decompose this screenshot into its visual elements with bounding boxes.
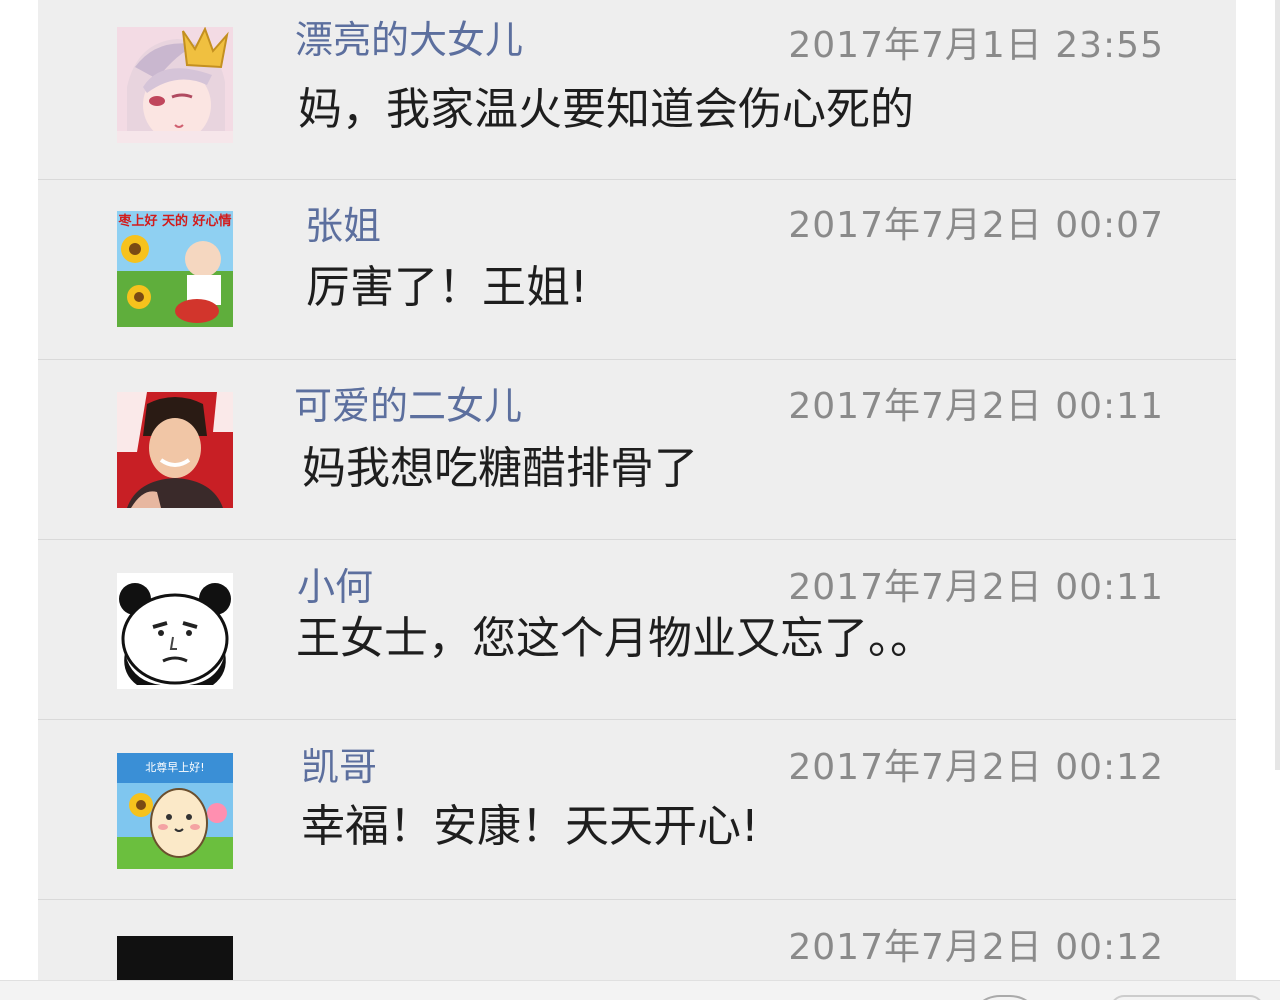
- comment-text: 幸福！安康！天天开心!: [301, 801, 759, 852]
- young-man-photo-icon[interactable]: [117, 392, 233, 508]
- sunflower-child-greeting-icon[interactable]: 枣上好 天的 好心情: [117, 211, 233, 327]
- comment-time: 2017年7月2日 00:11: [788, 567, 1164, 608]
- author-name[interactable]: 凯哥: [301, 748, 377, 786]
- author-name[interactable]: 张姐: [305, 207, 381, 245]
- avatar-caption: 北尊早上好!: [145, 760, 204, 774]
- bottom-toolbar: [0, 980, 1280, 1000]
- panda-meme-face-icon[interactable]: [117, 573, 233, 689]
- black-avatar-icon[interactable]: [117, 936, 233, 980]
- home-button[interactable]: [968, 995, 1042, 1000]
- comment-text: 妈，我家温火要知道会伤心死的: [298, 84, 914, 135]
- comment-time: 2017年7月2日 00:11: [788, 386, 1164, 427]
- comment-time: 2017年7月2日 00:12: [788, 927, 1164, 968]
- comment-text: 厉害了！王姐!: [306, 262, 588, 313]
- avatar-caption: 枣上好 天的 好心情: [117, 213, 231, 229]
- anime-boy-crown-icon[interactable]: [117, 27, 233, 143]
- input-box[interactable]: [1110, 995, 1264, 1000]
- author-name[interactable]: 漂亮的大女儿: [295, 21, 523, 59]
- comment-text: 妈我想吃糖醋排骨了: [302, 443, 698, 494]
- comment-time: 2017年7月2日 00:12: [788, 747, 1164, 788]
- author-name[interactable]: 可爱的二女儿: [294, 387, 522, 425]
- comment-text: 王女士，您这个月物业又忘了。。: [296, 613, 934, 664]
- egg-cartoon-sunflower-icon[interactable]: 北尊早上好!: [117, 753, 233, 869]
- scrollbar-track[interactable]: [1275, 0, 1280, 770]
- comment-time: 2017年7月1日 23:55: [788, 25, 1164, 66]
- comment-time: 2017年7月2日 00:07: [788, 205, 1164, 246]
- comment-screen: 漂亮的大女儿 2017年7月1日 23:55 妈，我家温火要知道会伤心死的 枣上…: [0, 0, 1280, 1000]
- author-name[interactable]: 小何: [297, 568, 373, 606]
